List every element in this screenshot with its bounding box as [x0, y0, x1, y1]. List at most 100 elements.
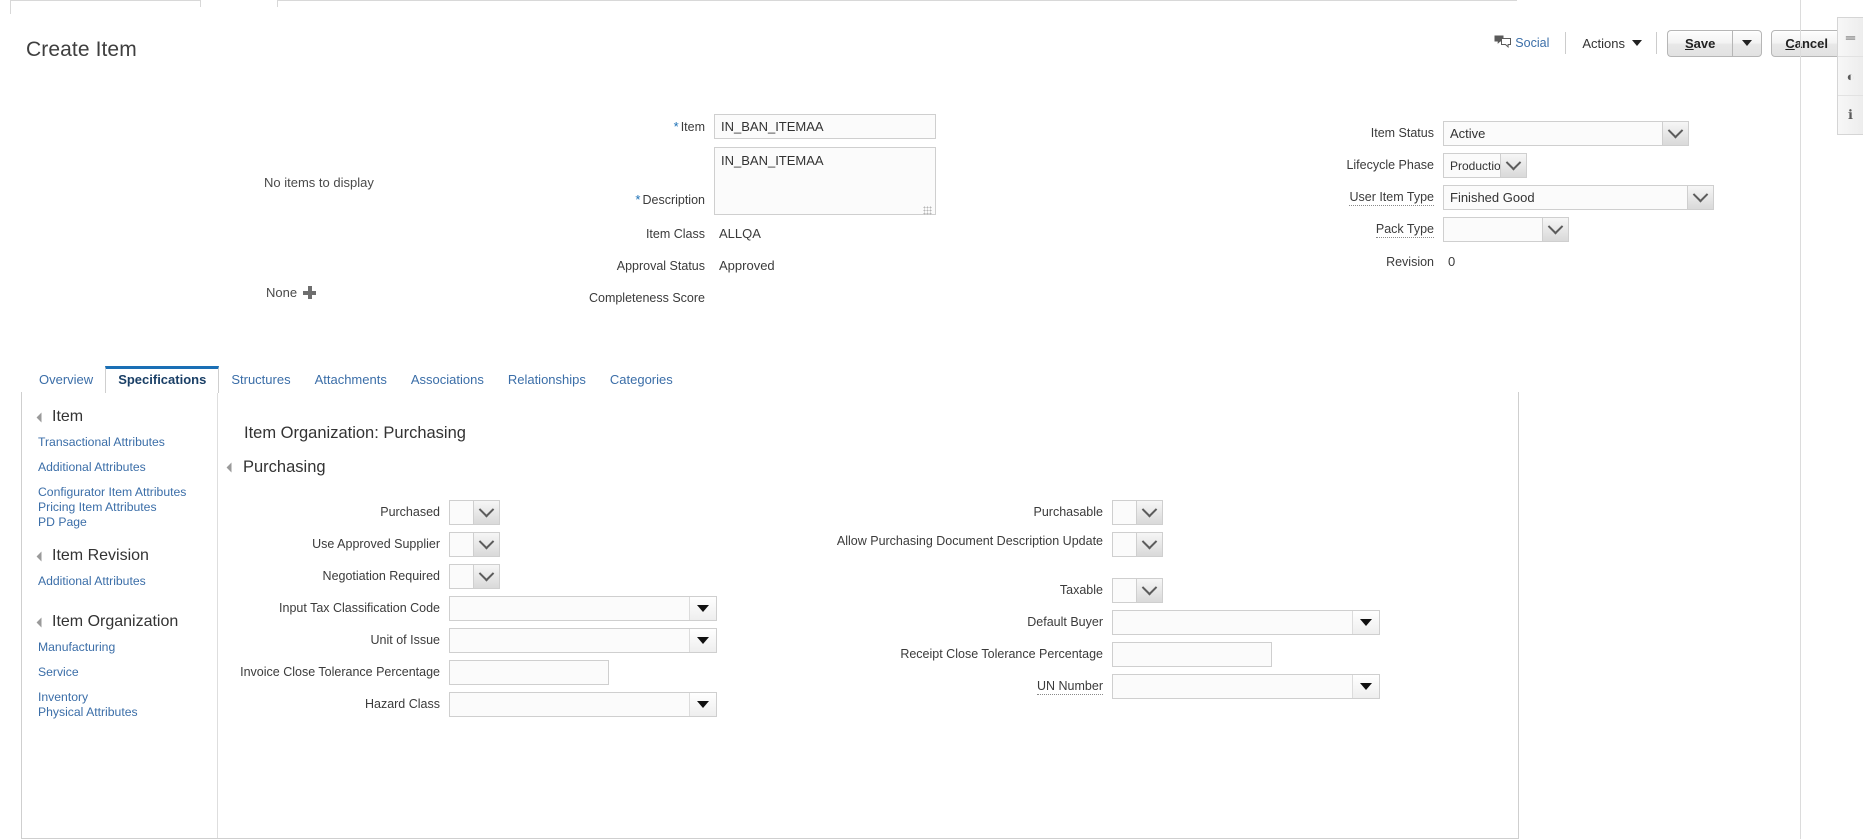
receipt-close-tolerance-percentage-input[interactable] [1112, 642, 1272, 667]
tab-structures[interactable]: Structures [219, 368, 302, 393]
field-purchasable: Purchasable [803, 500, 1163, 525]
plus-icon[interactable] [303, 286, 317, 299]
default-buyer-lov[interactable] [1112, 610, 1380, 635]
tree-group-title: Item Organization [52, 613, 179, 630]
chevron-down-icon[interactable] [473, 533, 499, 556]
lifecycle-phase-value: Production [1450, 158, 1500, 173]
field-label: Allow Purchasing Document Description Up… [836, 534, 1103, 548]
purchased-select[interactable] [449, 500, 500, 525]
tree-group-header[interactable]: Item [36, 408, 217, 426]
item-class-value: ALLQA [719, 226, 761, 241]
purchasable-select[interactable] [1112, 500, 1163, 525]
allow-purchasing-document-description-update-select[interactable] [1112, 532, 1163, 557]
field-label: Negotiation Required [322, 569, 440, 583]
sidebar-link-transactional-attributes[interactable]: Transactional Attributes [38, 435, 217, 449]
field-label: User Item Type [1349, 190, 1434, 206]
field-unit-of-issue: Unit of Issue [180, 628, 717, 653]
taxable-select[interactable] [1112, 578, 1163, 603]
panel-edge-left [10, 0, 11, 14]
info-icon[interactable]: ℹ [1838, 96, 1863, 134]
field-label: Hazard Class [364, 697, 440, 711]
tree-group-gap [38, 723, 217, 737]
user-item-type-value: Finished Good [1450, 190, 1535, 205]
field-label: Item Class [645, 227, 705, 241]
chat-bubbles-icon [1494, 35, 1512, 51]
disclosure-triangle-icon [36, 412, 47, 422]
actions-label: Actions [1582, 35, 1625, 51]
right-panel-edge [1800, 0, 1801, 839]
social-button[interactable]: Social [1494, 35, 1549, 51]
caret-down-icon [1742, 40, 1753, 46]
item-input[interactable] [714, 114, 936, 139]
chevron-down-icon[interactable] [473, 565, 499, 588]
tab-relationships[interactable]: Relationships [496, 368, 598, 393]
triangle-down-icon[interactable] [689, 597, 716, 620]
tab-categories[interactable]: Categories [598, 368, 685, 393]
tree-group-title: Item [52, 408, 84, 425]
sidebar-link-configurator-item-attributes[interactable]: Configurator Item Attributes [38, 485, 217, 499]
unit-of-issue-lov[interactable] [449, 628, 717, 653]
field-item: * Item [520, 114, 936, 139]
input-tax-classification-code-lov[interactable] [449, 596, 717, 621]
sidebar-link-additional-attributes[interactable]: Additional Attributes [38, 460, 217, 474]
triangle-down-icon[interactable] [689, 629, 716, 652]
tab-bar: Overview Specifications Structures Attachme… [27, 366, 685, 393]
field-label: Unit of Issue [370, 633, 440, 647]
pack-type-select[interactable] [1443, 217, 1569, 242]
field-label: Purchasable [1033, 505, 1104, 519]
field-completeness-score: Completeness Score [520, 286, 719, 306]
toolbar-divider-2 [1655, 32, 1657, 54]
save-dropdown-button[interactable] [1732, 29, 1763, 57]
un-number-lov[interactable] [1112, 674, 1380, 699]
un-number-value [1113, 675, 1352, 698]
field-label: Approval Status [616, 259, 705, 273]
field-purchased: Purchased [180, 500, 500, 525]
cancel-button[interactable]: Cancel [1771, 29, 1842, 57]
triangle-down-icon[interactable] [1352, 675, 1379, 698]
hazard-class-lov[interactable] [449, 692, 717, 717]
tab-overview[interactable]: Overview [27, 368, 105, 393]
chevron-down-icon[interactable] [1662, 122, 1688, 145]
field-label: Use Approved Supplier [312, 537, 440, 551]
purchasing-section-toggle[interactable]: Purchasing [226, 458, 326, 477]
user-item-type-select[interactable]: Finished Good [1443, 185, 1714, 210]
save-mnemonic: S [1684, 35, 1694, 51]
chevron-down-icon[interactable] [1136, 533, 1162, 556]
negotiation-required-select[interactable] [449, 564, 500, 589]
field-label: Receipt Close Tolerance Percentage [900, 647, 1103, 661]
panel-edge-mid2 [277, 0, 278, 7]
field-receipt-close-tolerance-percentage: Receipt Close Tolerance Percentage [803, 642, 1272, 667]
description-textarea[interactable]: IN_BAN_ITEMAA [714, 147, 936, 215]
field-description: * Description IN_BAN_ITEMAA [520, 147, 936, 218]
use-approved-supplier-select[interactable] [449, 532, 500, 557]
chevron-down-icon[interactable] [1542, 218, 1568, 241]
field-lifecycle-phase: Lifecycle Phase Production [1180, 153, 1527, 178]
chevron-down-icon[interactable] [1500, 154, 1526, 177]
panel-collapse-icon[interactable]: ═ [1838, 18, 1863, 57]
actions-menu-button[interactable]: Actions [1578, 33, 1646, 54]
item-status-select[interactable]: Active [1443, 121, 1689, 146]
toolbar-divider-1 [1565, 32, 1567, 54]
tab-associations[interactable]: Associations [399, 368, 496, 393]
chevron-down-icon[interactable] [1136, 501, 1162, 524]
triangle-down-icon[interactable] [689, 693, 716, 716]
chevron-down-icon[interactable] [1687, 186, 1713, 209]
contrast-icon[interactable]: ◐ [1838, 57, 1863, 96]
field-pack-type: Pack Type [1180, 217, 1569, 242]
use-approved-supplier-value [450, 533, 473, 556]
chevron-down-icon[interactable] [1136, 579, 1162, 602]
lifecycle-phase-select[interactable]: Production [1443, 153, 1527, 178]
required-indicator: * [673, 119, 679, 134]
invoice-close-tolerance-percentage-input[interactable] [449, 660, 609, 685]
textarea-resize-grip[interactable] [923, 206, 932, 215]
tab-attachments[interactable]: Attachments [303, 368, 399, 393]
chevron-down-icon[interactable] [473, 501, 499, 524]
disclosure-triangle-icon [36, 551, 47, 561]
save-button[interactable]: Save [1666, 29, 1733, 57]
revision-value: 0 [1448, 254, 1456, 269]
social-label: Social [1515, 36, 1550, 50]
tree-group-title: Item Revision [52, 547, 149, 564]
tab-specifications[interactable]: Specifications [105, 366, 220, 393]
panel-edge-mid [200, 0, 201, 7]
triangle-down-icon[interactable] [1352, 611, 1379, 634]
